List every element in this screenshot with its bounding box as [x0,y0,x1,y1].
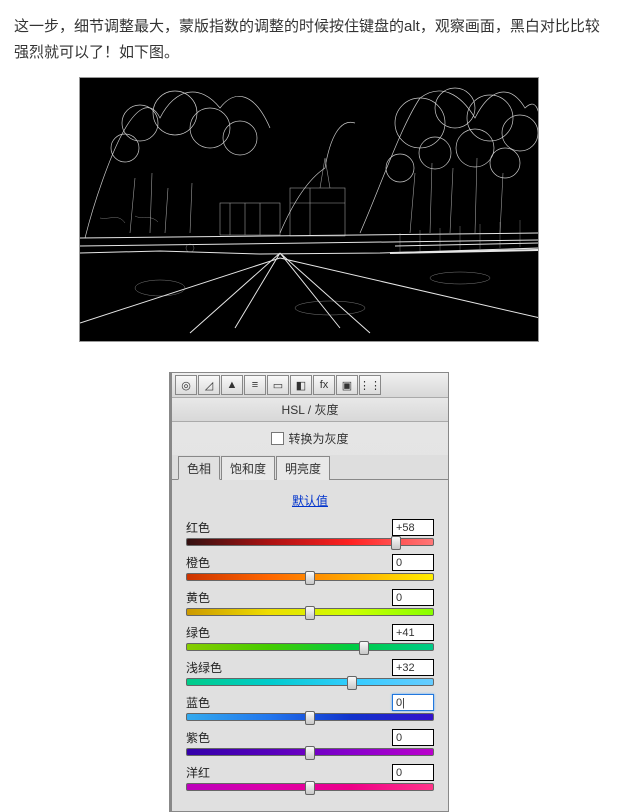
slider-thumb[interactable] [305,781,315,795]
slider-label: 黄色 [186,589,210,606]
slider-row-7: 洋红 0 [186,764,434,791]
grayscale-row: 转换为灰度 [172,422,448,455]
slider-thumb[interactable] [305,606,315,620]
slider-value-input[interactable]: +41 [392,624,434,641]
tool-icon-3[interactable]: ≡ [244,375,266,395]
slider-row-5: 蓝色 0| [186,694,434,721]
slider-thumb[interactable] [391,536,401,550]
tabs: 色相 饱和度 明亮度 [172,455,448,480]
slider-row-4: 浅绿色 +32 [186,659,434,686]
tool-icon-8[interactable]: ⋮⋮ [359,375,381,395]
slider-row-0: 红色 +58 [186,519,434,546]
slider-value-input[interactable]: +58 [392,519,434,536]
intro-text: 这一步，细节调整最大，蒙版指数的调整的时候按住键盘的alt，观察画面，黑白对比比… [14,14,604,65]
tool-icon-6[interactable]: fx [313,375,335,395]
slider-label: 蓝色 [186,694,210,711]
panel-toolbar: ◎ ◿ ▲ ≡ ▭ ◧ fx ▣ ⋮⋮ [172,373,448,398]
default-link[interactable]: 默认值 [292,494,328,508]
slider-track[interactable] [186,783,434,791]
slider-track[interactable] [186,573,434,581]
tool-icon-2[interactable]: ▲ [221,375,243,395]
slider-label: 洋红 [186,764,210,781]
slider-label: 红色 [186,519,210,536]
slider-track[interactable] [186,748,434,756]
edge-preview-image [79,77,539,342]
slider-thumb[interactable] [359,641,369,655]
tool-icon-0[interactable]: ◎ [175,375,197,395]
grayscale-checkbox[interactable] [271,432,284,445]
slider-track[interactable] [186,538,434,546]
slider-thumb[interactable] [305,571,315,585]
default-link-row: 默认值 [186,488,434,519]
tool-icon-5[interactable]: ◧ [290,375,312,395]
panel-body: 默认值 红色 +58 橙色 0 黄色 0 绿色 +41 浅绿色 +32 蓝色 0| 紫色 0 洋红 0 [172,480,448,811]
slider-track[interactable] [186,713,434,721]
panel-title: HSL / 灰度 [172,398,448,422]
slider-label: 绿色 [186,624,210,641]
slider-row-1: 橙色 0 [186,554,434,581]
slider-value-input[interactable]: 0 [392,554,434,571]
tool-icon-7[interactable]: ▣ [336,375,358,395]
slider-thumb[interactable] [305,746,315,760]
slider-value-input[interactable]: 0| [392,694,434,711]
slider-value-input[interactable]: 0 [392,764,434,781]
slider-row-2: 黄色 0 [186,589,434,616]
grayscale-label: 转换为灰度 [288,430,348,447]
tab-saturation[interactable]: 饱和度 [221,456,275,480]
slider-track[interactable] [186,608,434,616]
slider-label: 橙色 [186,554,210,571]
slider-value-input[interactable]: 0 [392,589,434,606]
tool-icon-1[interactable]: ◿ [198,375,220,395]
slider-track[interactable] [186,643,434,651]
slider-label: 紫色 [186,729,210,746]
slider-label: 浅绿色 [186,659,222,676]
hsl-panel: ◎ ◿ ▲ ≡ ▭ ◧ fx ▣ ⋮⋮ HSL / 灰度 转换为灰度 色相 饱和… [169,372,449,812]
slider-track[interactable] [186,678,434,686]
slider-row-6: 紫色 0 [186,729,434,756]
slider-value-input[interactable]: +32 [392,659,434,676]
tab-luminance[interactable]: 明亮度 [276,456,330,480]
tab-hue[interactable]: 色相 [178,456,220,480]
slider-thumb[interactable] [305,711,315,725]
slider-thumb[interactable] [347,676,357,690]
tool-icon-4[interactable]: ▭ [267,375,289,395]
slider-value-input[interactable]: 0 [392,729,434,746]
slider-row-3: 绿色 +41 [186,624,434,651]
